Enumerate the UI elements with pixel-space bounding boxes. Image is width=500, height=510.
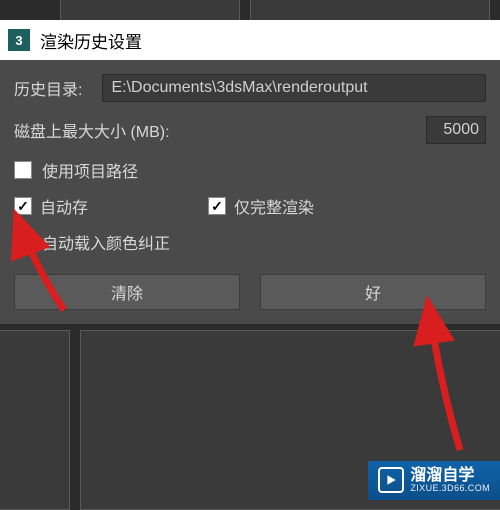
disk-size-input[interactable] — [426, 116, 486, 144]
window-title: 渲染历史设置 — [40, 28, 142, 53]
dialog-body: 历史目录: 磁盘上最大大小 (MB): 使用项目路径 ✓ 自动存 ✓ 仅完整渲染… — [0, 60, 500, 324]
history-dir-input[interactable] — [102, 74, 486, 102]
auto-save-checkbox[interactable]: ✓ — [14, 197, 32, 215]
auto-load-cc-row: 自动载入颜色纠正 — [0, 230, 500, 254]
use-project-path-row: 使用项目路径 — [0, 158, 500, 182]
watermark: 溜溜自学 ZIXUE.3D66.COM — [368, 461, 500, 500]
watermark-main: 溜溜自学 — [410, 467, 490, 485]
disk-size-label: 磁盘上最大大小 (MB): — [14, 118, 170, 142]
ok-button[interactable]: 好 — [260, 274, 486, 310]
disk-size-row: 磁盘上最大大小 (MB): — [0, 116, 500, 144]
use-project-path-label: 使用项目路径 — [42, 158, 138, 182]
use-project-path-checkbox[interactable] — [14, 161, 32, 179]
title-bar: 3 渲染历史设置 — [0, 20, 500, 60]
history-dir-label: 历史目录: — [14, 76, 82, 100]
history-dir-row: 历史目录: — [0, 74, 500, 102]
app-icon: 3 — [8, 29, 30, 51]
play-icon — [378, 467, 404, 493]
only-full-render-checkbox[interactable]: ✓ — [208, 197, 226, 215]
auto-load-cc-checkbox[interactable] — [14, 233, 32, 251]
auto-save-label: 自动存 — [40, 194, 88, 218]
only-full-render-label: 仅完整渲染 — [234, 194, 314, 218]
clear-button[interactable]: 清除 — [14, 274, 240, 310]
auto-save-row: ✓ 自动存 ✓ 仅完整渲染 — [0, 194, 500, 218]
button-row: 清除 好 — [0, 266, 500, 324]
auto-load-cc-label: 自动载入颜色纠正 — [42, 230, 170, 254]
watermark-sub: ZIXUE.3D66.COM — [410, 484, 490, 494]
